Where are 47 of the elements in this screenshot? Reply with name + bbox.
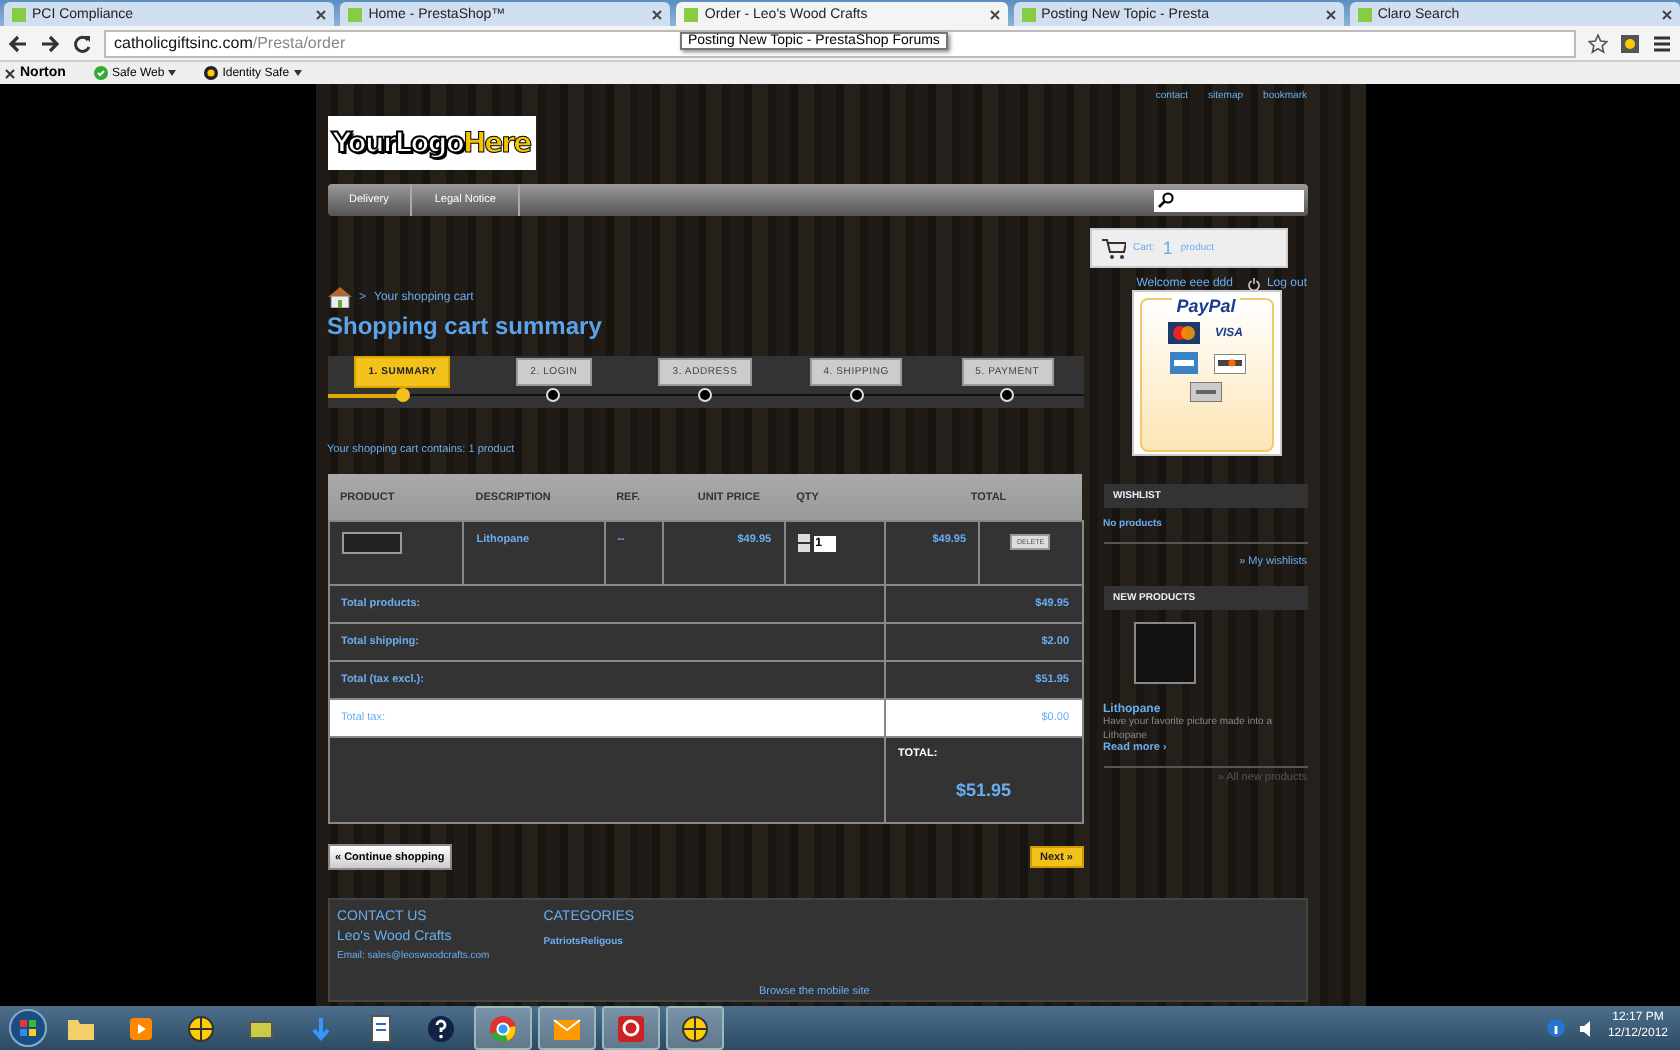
card-circles-icon xyxy=(1167,322,1199,344)
home-icon[interactable] xyxy=(327,286,351,308)
grand-total-value: $51.95 xyxy=(953,780,1014,800)
credit-card-icon xyxy=(1169,352,1197,374)
page-icon xyxy=(12,7,26,21)
cart-icon xyxy=(1101,237,1125,259)
page-icon xyxy=(1021,7,1036,21)
globe-icon xyxy=(186,1013,216,1043)
taskbar-button[interactable] xyxy=(666,1006,724,1050)
globe-icon xyxy=(680,1013,710,1043)
back-arrow-icon[interactable] xyxy=(8,33,28,53)
cart-count: 1 xyxy=(1162,238,1173,258)
reload-icon[interactable] xyxy=(72,33,92,53)
help-icon xyxy=(426,1013,456,1043)
page-title: Shopping cart summary xyxy=(327,312,604,340)
star-icon[interactable] xyxy=(1588,33,1608,53)
page-icon xyxy=(1357,7,1372,21)
page-icon xyxy=(348,7,363,21)
document-icon xyxy=(366,1013,396,1043)
image-placeholder xyxy=(1133,622,1195,684)
credit-card-icon xyxy=(1190,382,1222,402)
info-icon[interactable] xyxy=(1545,1018,1566,1038)
paypal-logo: PayPal xyxy=(1172,296,1240,316)
caret-icon[interactable] xyxy=(293,70,302,76)
logo[interactable]: YourLogoHere xyxy=(327,116,535,170)
close-icon[interactable] xyxy=(4,67,16,79)
minus-button[interactable] xyxy=(797,544,810,552)
forward-arrow-icon[interactable] xyxy=(40,33,60,53)
menu-icon[interactable] xyxy=(1652,33,1672,53)
image-placeholder xyxy=(341,532,401,554)
search-field[interactable] xyxy=(1153,189,1303,211)
search-icon xyxy=(1157,192,1173,208)
page-icon xyxy=(684,7,699,21)
caret-icon[interactable] xyxy=(168,70,177,76)
close-tab-icon[interactable] xyxy=(1662,9,1673,19)
close-tab-icon[interactable] xyxy=(652,9,663,19)
close-tab-icon[interactable] xyxy=(989,9,1000,19)
plus-button[interactable] xyxy=(797,534,810,542)
play-icon xyxy=(126,1013,156,1043)
speaker-icon[interactable] xyxy=(1577,1019,1596,1037)
check-badge-icon xyxy=(93,66,108,80)
browser-icon xyxy=(488,1013,518,1043)
close-tab-icon[interactable] xyxy=(1325,9,1336,19)
start-button-icon[interactable] xyxy=(8,1008,48,1048)
mail-icon xyxy=(552,1013,582,1043)
close-tab-icon[interactable] xyxy=(316,9,327,19)
credit-card-icon xyxy=(1213,353,1245,373)
